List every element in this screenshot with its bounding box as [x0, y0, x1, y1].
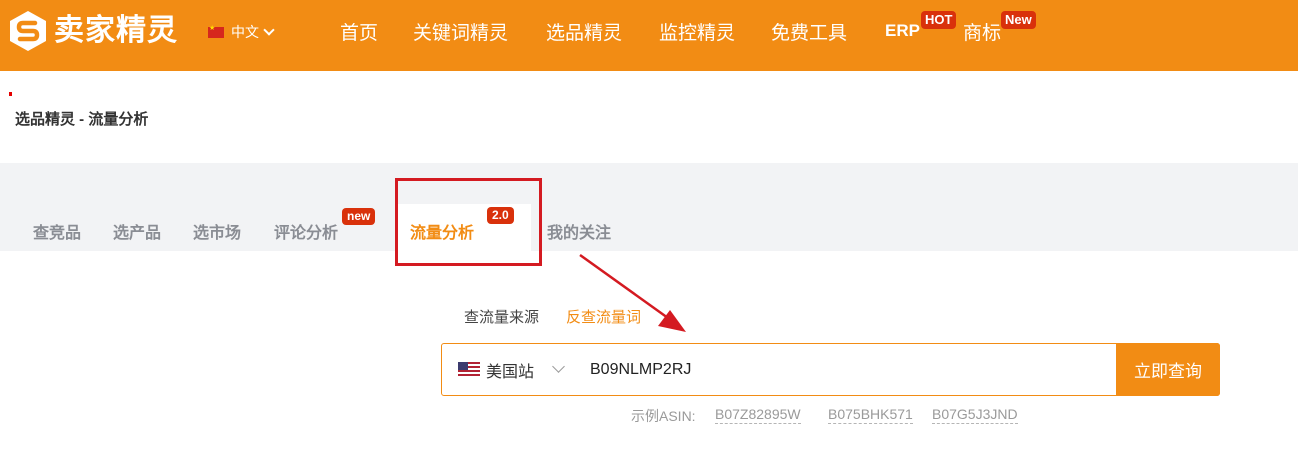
language-selector[interactable]: 中文 — [208, 22, 275, 42]
language-label: 中文 — [231, 24, 259, 40]
new-badge: new — [342, 208, 376, 225]
example-asin-link[interactable]: B07G5J3JND — [932, 406, 1018, 424]
nav-erp[interactable]: ERP — [885, 0, 920, 62]
nav-label: 首页 — [340, 22, 379, 44]
tab-select-market[interactable]: 选市场 — [193, 219, 241, 243]
subtab-reverse-keywords[interactable]: 反查流量词 — [566, 306, 641, 327]
nav-free-tools[interactable]: 免费工具 — [771, 0, 847, 62]
tab-select-product[interactable]: 选产品 — [113, 219, 161, 243]
marketplace-label: 美国站 — [486, 363, 535, 381]
marketplace-selector[interactable]: 美国站 — [458, 344, 565, 395]
top-navbar: 卖家精灵 中文 首页 关键词精灵 选品精灵 监控精灵 免费工具 ERP HOT … — [0, 0, 1298, 71]
annotation-highlight-box — [395, 178, 542, 266]
chevron-down-icon — [263, 24, 275, 36]
nav-label: 关键词精灵 — [413, 22, 509, 44]
search-button[interactable]: 立即查询 — [1116, 343, 1220, 396]
example-asin-link[interactable]: B07Z82895W — [715, 406, 801, 424]
new-badge: New — [1001, 11, 1036, 29]
hot-badge: HOT — [921, 11, 957, 29]
tab-competitor[interactable]: 查竞品 — [33, 219, 81, 243]
example-asin-link[interactable]: B075BHK571 — [828, 406, 913, 424]
us-flag-icon — [458, 362, 480, 377]
nav-label: ERP — [885, 21, 920, 40]
logo[interactable]: 卖家精灵 — [8, 10, 178, 52]
nav-label: 选品精灵 — [546, 22, 623, 44]
nav-product-spirit[interactable]: 选品精灵 — [546, 0, 622, 62]
nav-trademark[interactable]: 商标 — [963, 0, 1001, 62]
nav-home[interactable]: 首页 — [340, 0, 378, 62]
tab-review-analysis[interactable]: 评论分析 — [274, 219, 338, 243]
nav-label: 商标 — [963, 22, 1002, 44]
nav-keyword-spirit[interactable]: 关键词精灵 — [413, 0, 508, 62]
page: 卖家精灵 中文 首页 关键词精灵 选品精灵 监控精灵 免费工具 ERP HOT … — [0, 0, 1298, 470]
example-label: 示例ASIN: — [631, 408, 696, 424]
nav-label: 免费工具 — [771, 22, 848, 44]
red-marker — [9, 92, 12, 96]
tab-my-follow[interactable]: 我的关注 — [547, 219, 611, 243]
subtab-traffic-source[interactable]: 查流量来源 — [464, 306, 539, 327]
logo-icon — [10, 11, 46, 51]
breadcrumb: 选品精灵 - 流量分析 — [15, 111, 149, 128]
asin-search-input[interactable] — [590, 352, 1110, 387]
brand-name: 卖家精灵 — [54, 13, 178, 48]
search-bar: 美国站 立即查询 — [441, 343, 1220, 396]
nav-monitor-spirit[interactable]: 监控精灵 — [659, 0, 735, 62]
nav-label: 监控精灵 — [659, 22, 736, 44]
chevron-down-icon — [552, 360, 565, 373]
china-flag-icon — [208, 24, 224, 38]
